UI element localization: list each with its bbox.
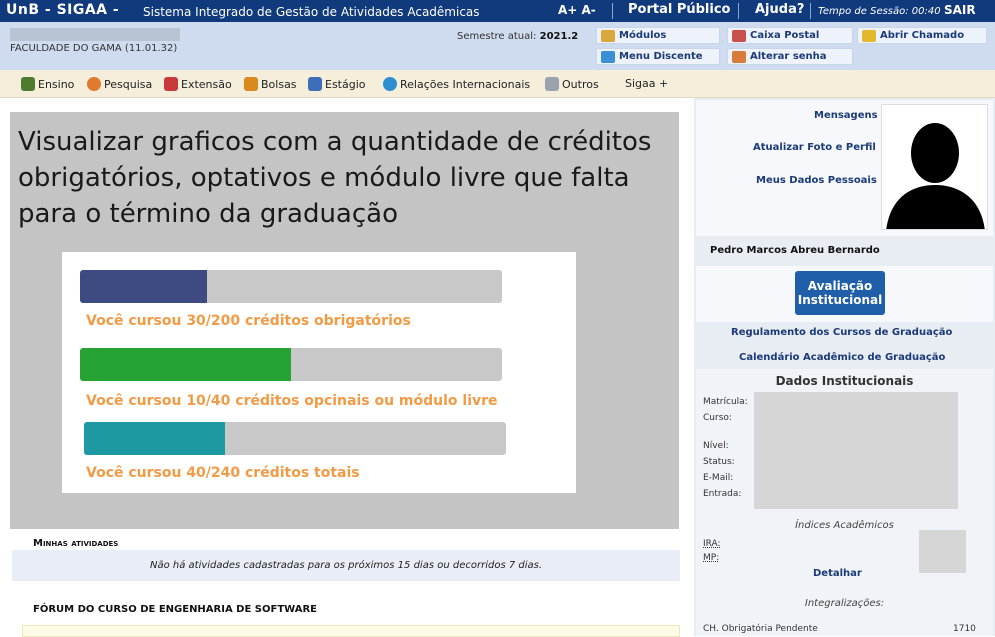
avaliacao-institucional-button[interactable]: Avaliação Institucional xyxy=(795,271,885,315)
divider xyxy=(810,3,811,19)
forum-title: FÓRUM DO CURSO DE ENGENHARIA DE SOFTWARE xyxy=(33,604,318,615)
mensagens-link[interactable]: Mensagens xyxy=(814,110,878,121)
regulamento-link[interactable]: Regulamento dos Cursos de Graduação xyxy=(731,327,952,338)
matricula-label: Matrícula: xyxy=(703,397,748,407)
user-name: Pedro Marcos Abreu Bernardo xyxy=(710,245,880,256)
menu-outros[interactable]: Outros xyxy=(545,77,599,91)
redacted-text xyxy=(10,28,180,41)
person-icon xyxy=(244,77,258,91)
progress-track-totais xyxy=(84,422,506,455)
feature-overlay: Visualizar graficos com a quantidade de … xyxy=(10,112,679,529)
meus-dados-link[interactable]: Meus Dados Pessoais xyxy=(756,175,877,186)
email-label: E-Mail: xyxy=(703,473,734,483)
progress-card: Você cursou 30/200 créditos obrigatórios… xyxy=(62,252,576,493)
logout-link[interactable]: SAIR xyxy=(944,3,976,17)
semestre-value: 2021.2 xyxy=(539,31,579,42)
progress-label-optativos: Você cursou 10/40 créditos opcinais ou m… xyxy=(86,393,498,409)
menu-pesquisa-label: Pesquisa xyxy=(104,77,153,91)
progress-fill-optativos xyxy=(80,348,291,381)
key-icon xyxy=(732,50,746,63)
gears-icon xyxy=(545,77,559,91)
overlay-title: Visualizar graficos com a quantidade de … xyxy=(18,127,652,229)
modulos-label: Módulos xyxy=(619,30,667,41)
menu-bolsas[interactable]: Bolsas xyxy=(244,77,297,91)
entrada-label: Entrada: xyxy=(703,489,742,499)
forum-row xyxy=(22,625,680,637)
atividades-empty-row: Não há atividades cadastradas para os pr… xyxy=(12,550,680,581)
main-menu: Ensino Pesquisa Extensão Bolsas Estágio … xyxy=(0,70,995,98)
session-timer: Tempo de Sessão: 00:40 xyxy=(818,6,941,17)
abrir-chamado-button[interactable]: Abrir Chamado xyxy=(857,27,987,44)
books-icon xyxy=(21,77,35,91)
progress-label-obrigatorios: Você cursou 30/200 créditos obrigatórios xyxy=(86,313,411,329)
progress-label-totais: Você cursou 40/240 créditos totais xyxy=(86,465,360,481)
flask-icon xyxy=(87,77,101,91)
redacted-values xyxy=(754,392,958,509)
brand-title: UnB - SIGAA - xyxy=(6,2,120,18)
atualizar-foto-link[interactable]: Atualizar Foto e Perfil xyxy=(753,142,876,153)
modulos-button[interactable]: Módulos xyxy=(596,27,720,44)
divider xyxy=(612,3,613,19)
dados-institucionais-title: Dados Institucionais xyxy=(775,374,914,388)
status-label: Status: xyxy=(703,457,735,467)
menu-ensino-label: Ensino xyxy=(38,77,75,91)
menu-relacoes-internacionais[interactable]: Relações Internacionais xyxy=(383,77,530,91)
menu-extensao-label: Extensão xyxy=(181,77,232,91)
caixa-postal-button[interactable]: Caixa Postal xyxy=(727,27,853,44)
menu-discente-button[interactable]: Menu Discente xyxy=(596,48,720,65)
handshake-icon xyxy=(164,77,178,91)
font-size-controls[interactable]: A+ A- xyxy=(558,3,596,17)
top-bar: UnB - SIGAA - Sistema Integrado de Gestã… xyxy=(0,0,995,22)
system-name: Sistema Integrado de Gestão de Atividade… xyxy=(143,5,480,19)
menu-estagio-label: Estágio xyxy=(325,77,366,91)
progress-track-obrigatorios xyxy=(80,270,502,303)
mailbox-icon xyxy=(732,29,746,42)
menu-sigaa-plus-label: Sigaa + xyxy=(625,77,669,90)
menu-outros-label: Outros xyxy=(562,77,599,91)
progress-fill-obrigatorios xyxy=(80,270,207,303)
id-card-icon xyxy=(308,77,322,91)
redacted-indices xyxy=(919,530,966,573)
atividades-empty-text: Não há atividades cadastradas para os pr… xyxy=(149,560,543,571)
ajuda-link[interactable]: Ajuda? xyxy=(755,2,804,17)
menu-extensao[interactable]: Extensão xyxy=(164,77,232,91)
menu-relacoes-label: Relações Internacionais xyxy=(400,77,531,91)
calendario-link[interactable]: Calendário Acadêmico de Graduação xyxy=(739,352,945,363)
faculdade-label: FACULDADE DO GAMA (11.01.32) xyxy=(10,43,178,54)
menu-estagio[interactable]: Estágio xyxy=(308,77,366,91)
portal-publico-link[interactable]: Portal Público xyxy=(628,2,730,17)
ch-obrigatoria-label: CH. Obrigatória Pendente xyxy=(703,624,818,634)
caixa-postal-label: Caixa Postal xyxy=(750,30,820,41)
minhas-atividades-title: Minhas atividades xyxy=(33,538,119,549)
box-icon xyxy=(601,29,615,42)
globe-icon xyxy=(383,77,397,91)
avatar-silhouette-icon xyxy=(882,105,987,229)
semestre-atual: Semestre atual: 2021.2 xyxy=(457,31,578,42)
menu-pesquisa[interactable]: Pesquisa xyxy=(87,77,152,91)
ira-label: IRA: xyxy=(703,539,721,549)
menu-icon xyxy=(601,50,615,63)
menu-sigaa-plus[interactable]: Sigaa + xyxy=(625,77,668,90)
integralizacoes-title: Integralizações: xyxy=(804,598,885,609)
mp-label: MP: xyxy=(703,553,720,563)
progress-track-optativos xyxy=(80,348,502,381)
menu-discente-label: Menu Discente xyxy=(619,51,703,62)
ch-obrigatoria-value: 1710 xyxy=(953,624,976,634)
abrir-chamado-label: Abrir Chamado xyxy=(880,30,965,41)
nivel-label: Nível: xyxy=(703,441,729,451)
alterar-senha-button[interactable]: Alterar senha xyxy=(727,48,853,65)
menu-bolsas-label: Bolsas xyxy=(261,77,297,91)
curso-label: Curso: xyxy=(703,413,732,423)
menu-ensino[interactable]: Ensino xyxy=(21,77,74,91)
ticket-icon xyxy=(862,29,876,42)
detalhar-link[interactable]: Detalhar xyxy=(813,568,862,579)
semestre-label: Semestre atual: xyxy=(457,31,537,42)
divider xyxy=(738,3,739,19)
alterar-senha-label: Alterar senha xyxy=(750,51,827,62)
progress-fill-totais xyxy=(84,422,225,455)
profile-photo xyxy=(881,104,988,230)
